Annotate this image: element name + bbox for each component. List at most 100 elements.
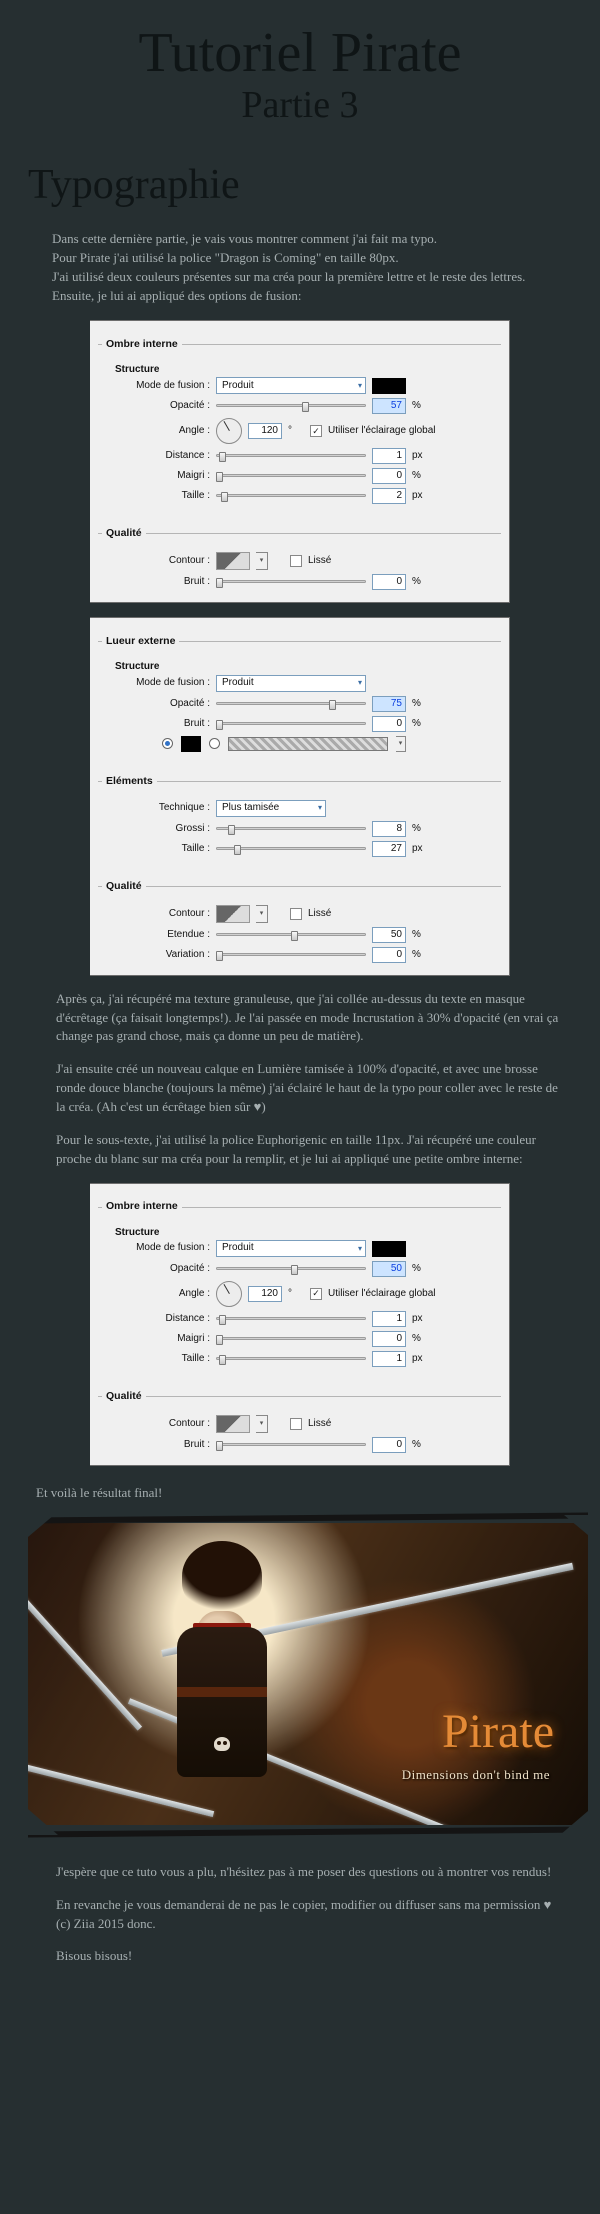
contour-dropdown[interactable]: ▾	[256, 1415, 268, 1433]
slider-maigri[interactable]	[216, 469, 366, 483]
slider-taille[interactable]	[216, 842, 366, 856]
unit: %	[412, 575, 428, 590]
slider-grossi[interactable]	[216, 822, 366, 836]
contour-swatch[interactable]	[216, 552, 250, 570]
input-angle[interactable]: 120	[248, 423, 282, 439]
label-bruit: Bruit :	[102, 1438, 210, 1453]
input-grossi[interactable]: 8	[372, 821, 406, 837]
dropdown-technique[interactable]: Plus tamisée ▾	[216, 800, 326, 817]
color-swatch[interactable]	[372, 378, 406, 394]
page: Tutoriel Pirate Partie 3 Typographie Dan…	[0, 0, 600, 2020]
label-distance: Distance :	[102, 1312, 210, 1327]
label-contour: Contour :	[102, 554, 210, 569]
chevron-down-icon: ▾	[358, 380, 362, 392]
input-taille[interactable]: 1	[372, 1351, 406, 1367]
contour-dropdown[interactable]: ▾	[256, 552, 268, 570]
panel-ombre-interne-2: Ombre interne Structure Mode de fusion :…	[90, 1183, 510, 1467]
label-contour: Contour :	[102, 907, 210, 922]
input-opacite[interactable]: 57	[372, 398, 406, 414]
checkbox-lisse[interactable]	[290, 555, 302, 567]
section-label: Ombre interne	[102, 337, 182, 352]
input-bruit[interactable]: 0	[372, 574, 406, 590]
label-eclairage-global: Utiliser l'éclairage global	[328, 1287, 436, 1302]
unit: %	[412, 399, 428, 414]
section-label: Qualité	[102, 1389, 146, 1404]
checkbox-eclairage-global[interactable]: ✓	[310, 425, 322, 437]
input-taille[interactable]: 27	[372, 841, 406, 857]
dropdown-mode-fusion[interactable]: Produit ▾	[216, 377, 366, 394]
slider-opacite[interactable]	[216, 697, 366, 711]
slider-etendue[interactable]	[216, 928, 366, 942]
input-opacite[interactable]: 50	[372, 1261, 406, 1277]
input-maigri[interactable]: 0	[372, 1331, 406, 1347]
slider-maigri[interactable]	[216, 1332, 366, 1346]
unit: %	[412, 928, 428, 943]
slider-taille[interactable]	[216, 1352, 366, 1366]
unit: °	[288, 1287, 304, 1302]
input-bruit[interactable]: 0	[372, 716, 406, 732]
color-swatch-solid[interactable]	[181, 736, 201, 752]
input-distance[interactable]: 1	[372, 1311, 406, 1327]
torn-corner-icon	[564, 1515, 588, 1535]
radio-solid-color[interactable]	[162, 738, 173, 749]
slider-distance[interactable]	[216, 449, 366, 463]
slider-bruit[interactable]	[216, 575, 366, 589]
checkbox-lisse[interactable]	[290, 1418, 302, 1430]
label-contour: Contour :	[102, 1417, 210, 1432]
slider-opacite[interactable]	[216, 399, 366, 413]
dropdown-mode-fusion[interactable]: Produit ▾	[216, 675, 366, 692]
input-variation[interactable]: 0	[372, 947, 406, 963]
label-angle: Angle :	[102, 1287, 210, 1302]
subsection-label: Structure	[112, 660, 162, 675]
label-variation: Variation :	[102, 948, 210, 963]
input-bruit[interactable]: 0	[372, 1437, 406, 1453]
dropdown-mode-fusion[interactable]: Produit ▾	[216, 1240, 366, 1257]
gradient-dropdown[interactable]: ▾	[396, 736, 406, 752]
angle-dial[interactable]	[216, 1281, 242, 1307]
input-opacite[interactable]: 75	[372, 696, 406, 712]
unit: %	[412, 948, 428, 963]
label-opacite: Opacité :	[102, 697, 210, 712]
slider-variation[interactable]	[216, 948, 366, 962]
intro-line: Ensuite, je lui ai appliqué des options …	[52, 287, 568, 306]
slider-distance[interactable]	[216, 1312, 366, 1326]
slider-opacite[interactable]	[216, 1262, 366, 1276]
section-label: Qualité	[102, 526, 146, 541]
label-distance: Distance :	[102, 449, 210, 464]
subsection-label: Structure	[112, 363, 162, 378]
gradient-swatch[interactable]	[228, 737, 388, 751]
label-mode-fusion: Mode de fusion :	[102, 676, 210, 691]
label-maigri: Maigri :	[102, 469, 210, 484]
contour-dropdown[interactable]: ▾	[256, 905, 268, 923]
section-head: Lueur externe	[98, 624, 501, 642]
panel-ombre-interne-1: Ombre interne Structure Mode de fusion :…	[90, 320, 510, 604]
input-angle[interactable]: 120	[248, 1286, 282, 1302]
mid-paragraph: Après ça, j'ai récupéré ma texture granu…	[28, 990, 572, 1047]
contour-swatch[interactable]	[216, 1415, 250, 1433]
input-maigri[interactable]: 0	[372, 468, 406, 484]
outro-paragraph: En revanche je vous demanderai de ne pas…	[28, 1896, 572, 1934]
unit: %	[412, 697, 428, 712]
checkbox-eclairage-global[interactable]: ✓	[310, 1288, 322, 1300]
input-taille[interactable]: 2	[372, 488, 406, 504]
unit: %	[412, 1332, 428, 1347]
contour-swatch[interactable]	[216, 905, 250, 923]
artwork-frame	[28, 1512, 588, 1837]
radio-gradient[interactable]	[209, 738, 220, 749]
section-head: Ombre interne	[98, 1190, 501, 1208]
input-etendue[interactable]: 50	[372, 927, 406, 943]
slider-bruit[interactable]	[216, 717, 366, 731]
slider-bruit[interactable]	[216, 1438, 366, 1452]
dropdown-value: Produit	[222, 379, 254, 394]
label-angle: Angle :	[102, 424, 210, 439]
section-label: Ombre interne	[102, 1199, 182, 1214]
unit: px	[412, 489, 428, 504]
checkbox-lisse[interactable]	[290, 908, 302, 920]
color-swatch[interactable]	[372, 1241, 406, 1257]
slider-taille[interactable]	[216, 489, 366, 503]
label-bruit: Bruit :	[102, 717, 210, 732]
outro-paragraph: Bisous bisous!	[28, 1947, 572, 1966]
input-distance[interactable]: 1	[372, 448, 406, 464]
torn-corner-icon	[560, 1811, 588, 1835]
angle-dial[interactable]	[216, 418, 242, 444]
